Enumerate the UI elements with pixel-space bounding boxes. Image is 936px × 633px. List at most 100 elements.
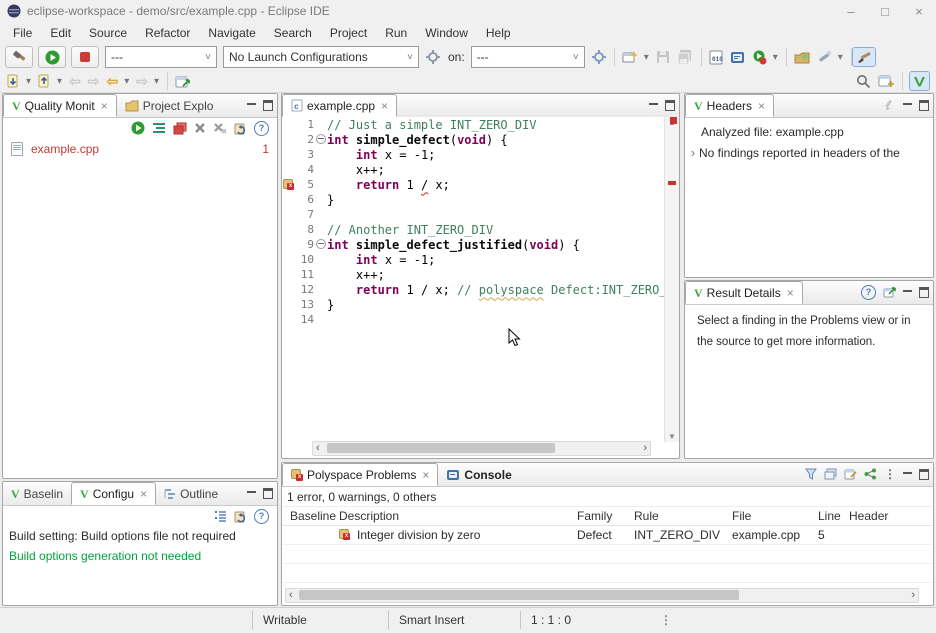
maximize-button[interactable]: □ [868, 0, 902, 22]
target-gear-icon[interactable] [592, 50, 606, 64]
scroll-right-icon[interactable]: › [911, 589, 915, 602]
next-annotation-icon[interactable] [7, 74, 20, 88]
help-icon[interactable]: ? [254, 121, 269, 136]
group-by-icon[interactable] [824, 468, 837, 480]
run-button[interactable] [38, 46, 66, 68]
maximize-view-icon[interactable] [263, 488, 273, 499]
external-tools-icon[interactable] [817, 50, 832, 65]
menu-project[interactable]: Project [321, 24, 376, 42]
close-icon[interactable]: × [787, 286, 794, 300]
menu-help[interactable]: Help [477, 24, 520, 42]
binary-build-icon[interactable]: 010 [709, 50, 723, 65]
minimize-view-icon[interactable] [649, 103, 658, 108]
code-line[interactable]: 1// Just a simple INT_ZERO_DIV [282, 117, 665, 132]
code-line[interactable]: 8// Another INT_ZERO_DIV [282, 222, 665, 237]
share-icon[interactable] [864, 468, 877, 480]
tab-console[interactable]: Console [438, 463, 519, 486]
copy-results-icon[interactable] [173, 122, 187, 135]
build-config-combo[interactable]: --- ˅ [105, 46, 217, 68]
fold-collapse-icon[interactable] [314, 133, 327, 147]
menu-search[interactable]: Search [265, 24, 321, 42]
open-perspective-icon[interactable] [878, 74, 894, 88]
code-line[interactable]: 12 return 1 / x; // polyspace Defect:INT… [282, 282, 665, 297]
open-element-icon[interactable] [794, 51, 810, 64]
menu-navigate[interactable]: Navigate [199, 24, 264, 42]
code-line[interactable]: 3 int x = -1; [282, 147, 665, 162]
tab-result-details[interactable]: V Result Details × [685, 281, 803, 304]
run-analysis-icon[interactable] [131, 121, 145, 135]
scroll-left-icon[interactable]: ‹ [289, 589, 293, 602]
target-combo[interactable]: --- ˅ [471, 46, 585, 68]
launch-config-combo[interactable]: No Launch Configurations ˅ [223, 46, 419, 68]
new-view-icon[interactable] [844, 468, 857, 480]
column-header-line[interactable]: Line [818, 509, 849, 523]
maximize-view-icon[interactable] [665, 100, 675, 111]
close-icon[interactable]: × [140, 487, 147, 501]
column-header-family[interactable]: Family [577, 509, 634, 523]
maximize-view-icon[interactable] [919, 100, 929, 111]
minimize-view-icon[interactable] [247, 491, 256, 496]
back-arrow-icon[interactable]: ⇦ [69, 74, 81, 88]
minimize-view-icon[interactable] [903, 290, 912, 295]
overview-error-marker[interactable] [668, 181, 676, 185]
close-icon[interactable]: × [101, 99, 108, 113]
new-wizard-icon[interactable] [622, 50, 638, 65]
maximize-view-icon[interactable] [263, 100, 273, 111]
minimize-view-icon[interactable] [247, 103, 256, 108]
chevron-right-icon[interactable]: › [687, 145, 699, 160]
last-edit-location-icon[interactable]: ⇦ [107, 74, 119, 88]
editor-horizontal-scrollbar[interactable]: ‹ › [312, 441, 651, 456]
pencil-icon[interactable] [884, 99, 896, 111]
fold-collapse-icon[interactable] [314, 238, 327, 252]
tab-example-cpp[interactable]: c example.cpp × [282, 94, 397, 117]
menu-source[interactable]: Source [80, 24, 136, 42]
quality-file-row[interactable]: example.cpp 1 [3, 138, 277, 160]
chevron-down-icon[interactable]: ▾ [838, 52, 843, 63]
close-button[interactable]: × [902, 0, 936, 22]
chevron-down-icon[interactable]: ▾ [57, 76, 62, 87]
code-line[interactable]: 9int simple_defect_justified(void) { [282, 237, 665, 252]
column-header-file[interactable]: File [732, 509, 818, 523]
scroll-thumb[interactable] [299, 590, 739, 600]
code-line[interactable]: 13} [282, 297, 665, 312]
launch-settings-gear-icon[interactable] [426, 50, 440, 64]
menu-file[interactable]: File [4, 24, 41, 42]
save-icon[interactable] [656, 50, 670, 64]
close-icon[interactable]: × [758, 99, 765, 113]
chevron-down-icon[interactable]: ▾ [154, 76, 159, 87]
code-line[interactable]: 14 [282, 312, 665, 327]
maximize-view-icon[interactable] [919, 469, 929, 480]
chevron-down-icon[interactable]: ▾ [773, 52, 778, 63]
column-header-description[interactable]: Description [339, 509, 577, 523]
maximize-view-icon[interactable] [919, 287, 929, 298]
go-forward-icon[interactable]: ⇨ [136, 74, 148, 88]
minimize-button[interactable]: – [834, 0, 868, 22]
link-with-editor-icon[interactable] [175, 75, 190, 88]
search-icon[interactable] [856, 74, 871, 89]
annotate-toggle-button[interactable] [852, 47, 876, 67]
scroll-right-icon[interactable]: › [643, 442, 647, 455]
column-header-header[interactable]: Header [849, 509, 919, 523]
tab-headers[interactable]: V Headers × [685, 94, 774, 117]
help-icon[interactable]: ? [254, 509, 269, 524]
open-in-new-icon[interactable] [883, 286, 896, 298]
code-area[interactable]: 1// Just a simple INT_ZERO_DIV2int simpl… [282, 117, 665, 442]
forward-arrow-icon[interactable]: ⇨ [88, 74, 100, 88]
save-all-icon[interactable] [677, 50, 693, 65]
view-menu-icon[interactable]: ⋮ [884, 467, 896, 481]
menu-run[interactable]: Run [376, 24, 416, 42]
tab-baseline[interactable]: V Baselin [3, 482, 71, 505]
column-header-rule[interactable]: Rule [634, 509, 732, 523]
menu-window[interactable]: Window [416, 24, 477, 42]
code-line[interactable]: 2int simple_defect(void) { [282, 132, 665, 147]
editor-vertical-scrollbar[interactable]: ▲ ▼ [664, 117, 679, 442]
code-line[interactable]: 4 x++; [282, 162, 665, 177]
run-history-icon[interactable] [752, 50, 767, 65]
remove-result-icon[interactable] [194, 122, 206, 134]
tab-quality-monitoring[interactable]: V Quality Monit × [3, 94, 117, 117]
previous-annotation-icon[interactable] [38, 74, 51, 88]
code-line[interactable]: 10 int x = -1; [282, 252, 665, 267]
stop-button[interactable] [71, 46, 99, 68]
status-overflow-icon[interactable]: ⋮ [660, 613, 672, 627]
remove-all-results-icon[interactable] [213, 122, 227, 134]
